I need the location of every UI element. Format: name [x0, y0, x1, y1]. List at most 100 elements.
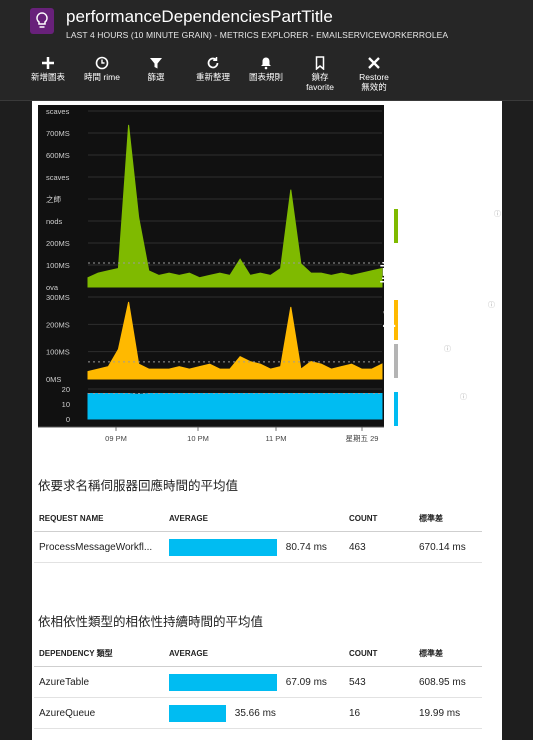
- request-table: REQUEST NAME AVERAGE COUNT 標準差 ProcessMe…: [34, 505, 482, 563]
- average-value: 80.74 ms: [285, 541, 327, 553]
- close-icon: [368, 57, 380, 69]
- overlay-text-3: 為: [460, 353, 497, 394]
- y-tick-label: ova: [46, 283, 59, 292]
- col-header-std: 標準差: [414, 505, 482, 532]
- x-tick-label: 09 PM: [105, 434, 127, 443]
- y-tick-label: 20: [62, 385, 70, 394]
- series-area-server-requests: [87, 393, 383, 420]
- alert-rules-button[interactable]: 圖表規則: [236, 56, 296, 82]
- metric-server-requests[interactable]: SERVER REQUESTS ⓘ 463: [394, 392, 524, 426]
- y-tick-label: 200MS: [46, 320, 70, 329]
- average-bar: [169, 704, 226, 722]
- metric-server-response-time[interactable]: SERVER RESPONSE TIME ⓘ 80.74 ms: [394, 209, 524, 243]
- col-header-average: AVERAGE: [164, 640, 344, 667]
- time-range-button[interactable]: 時間 rime: [72, 56, 132, 82]
- filter-icon: [150, 58, 162, 69]
- table-row[interactable]: ProcessMessageWorkfl... 80.74 ms 463 670…: [34, 531, 482, 563]
- page-title: performanceDependenciesPartTitle: [66, 7, 333, 26]
- command-bar: 新增圖表 時間 rime 篩選 重新整理 圖表規則 鎖存 favorite Re…: [0, 50, 533, 101]
- y-tick-label: scaves: [46, 107, 70, 116]
- col-header-average: AVERAGE: [164, 505, 344, 532]
- restore-button[interactable]: Restore 無效的: [344, 56, 404, 92]
- filter-button[interactable]: 篩選: [126, 56, 186, 82]
- average-value: 35.66 ms: [234, 707, 276, 719]
- metric-number: 80.74: [401, 218, 452, 240]
- table-row[interactable]: AzureQueue 35.66 ms 16 19.99 ms: [34, 697, 482, 729]
- col-header-dependency: DEPENDENCY 類型: [34, 640, 164, 667]
- bell-icon: [261, 57, 271, 70]
- time-range-label: 時間 rime: [84, 72, 120, 82]
- filter-label: 篩選: [147, 72, 165, 82]
- add-chart-button[interactable]: 新增圖表: [18, 56, 78, 82]
- y-tick-label: 200MS: [46, 239, 70, 248]
- clock-icon: [95, 56, 109, 70]
- refresh-icon: [207, 57, 219, 69]
- y-tick-label: nods: [46, 217, 63, 226]
- alert-rules-label: 圖表規則: [248, 72, 283, 82]
- col-header-name: REQUEST NAME: [34, 505, 164, 532]
- y-tick-label: 100MS: [46, 261, 70, 270]
- plus-icon: [42, 57, 54, 69]
- metric-value: 463: [401, 401, 435, 423]
- metric-pricrvaex[interactable]: PRICRVÆX ⓘ 19.57: [394, 344, 524, 378]
- metric-label: PRICRVÆX: [401, 344, 444, 353]
- overlay-text-1: 重新為 66.: [379, 260, 492, 287]
- table-header-row: DEPENDENCY 類型 AVERAGE COUNT 標準差: [34, 640, 482, 667]
- table2-title: 依相依性類型的相依性持續時間的平均值: [38, 615, 264, 629]
- table1-title: 依要求名稱伺服器回應時間的平均值: [38, 479, 239, 493]
- favorite-label-2: favorite: [306, 82, 334, 92]
- y-tick-label: 600MS: [46, 151, 70, 160]
- cell-average: 80.74 ms: [164, 531, 344, 563]
- average-bar: [169, 673, 277, 691]
- x-tick-label: 10 PM: [187, 434, 209, 443]
- x-tick-label: 11 PM: [265, 434, 286, 443]
- average-bar: [169, 538, 277, 556]
- y-tick-label: 之師: [46, 194, 61, 204]
- col-header-count: COUNT: [344, 505, 414, 532]
- metric-label: SERVER RESPONSE TIME: [401, 209, 500, 218]
- refresh-label: 重新整理: [195, 72, 230, 82]
- restore-label-2: 無效的: [361, 82, 387, 92]
- cell-average: 67.09 ms: [164, 666, 344, 698]
- info-icon[interactable]: ⓘ: [494, 209, 501, 219]
- cell-std: 608.95 ms: [414, 666, 482, 698]
- col-header-std: 標準差: [414, 640, 482, 667]
- dependency-table: DEPENDENCY 類型 AVERAGE COUNT 標準差 AzureTab…: [34, 640, 482, 729]
- add-chart-label: 新增圖表: [30, 72, 65, 82]
- metric-unit: ms: [456, 226, 473, 238]
- cell-count: 543: [344, 666, 414, 698]
- lightbulb-icon: [30, 8, 54, 34]
- table-row[interactable]: AzureTable 67.09 ms 543 608.95 ms: [34, 666, 482, 698]
- breadcrumb: LAST 4 HOURS (10 MINUTE GRAIN) - METRICS…: [66, 30, 449, 40]
- pin-icon: [315, 56, 325, 70]
- metric-value: 80.74 ms: [401, 218, 473, 241]
- blade-header: performanceDependenciesPartTitle LAST 4 …: [0, 0, 533, 50]
- metric-value: 19.57: [401, 353, 452, 375]
- y-tick-label: 0: [66, 415, 70, 424]
- restore-label-1: Restore: [359, 72, 389, 82]
- cell-std: 19.99 ms: [414, 697, 482, 729]
- y-tick-label: 700MS: [46, 129, 70, 138]
- table-header-row: REQUEST NAME AVERAGE COUNT 標準差: [34, 505, 482, 532]
- favorite-button[interactable]: 鎖存 favorite: [290, 56, 350, 92]
- series-color-swatch: [394, 392, 398, 426]
- average-value: 67.09 ms: [285, 676, 327, 688]
- cell-count: 463: [344, 531, 414, 563]
- overlay-text-2: 19 20.16: [381, 302, 490, 333]
- y-tick-label: 300MS: [46, 293, 70, 302]
- y-tick-label: 0MS: [46, 375, 61, 384]
- series-color-swatch: [394, 209, 398, 243]
- cell-request-name: ProcessMessageWorkfl...: [34, 531, 164, 563]
- x-tick-label: 星期五 29: [346, 434, 379, 443]
- cell-count: 16: [344, 697, 414, 729]
- cell-dependency-name: AzureQueue: [34, 697, 164, 729]
- cell-dependency-name: AzureTable: [34, 666, 164, 698]
- y-tick-label: 100MS: [46, 348, 70, 357]
- cell-average: 35.66 ms: [164, 697, 344, 729]
- cell-std: 670.14 ms: [414, 531, 482, 563]
- favorite-label-1: 鎖存: [311, 72, 329, 82]
- y-tick-label: 10: [62, 400, 70, 409]
- refresh-button[interactable]: 重新整理: [183, 56, 243, 82]
- series-color-swatch: [394, 344, 398, 378]
- col-header-count: COUNT: [344, 640, 414, 667]
